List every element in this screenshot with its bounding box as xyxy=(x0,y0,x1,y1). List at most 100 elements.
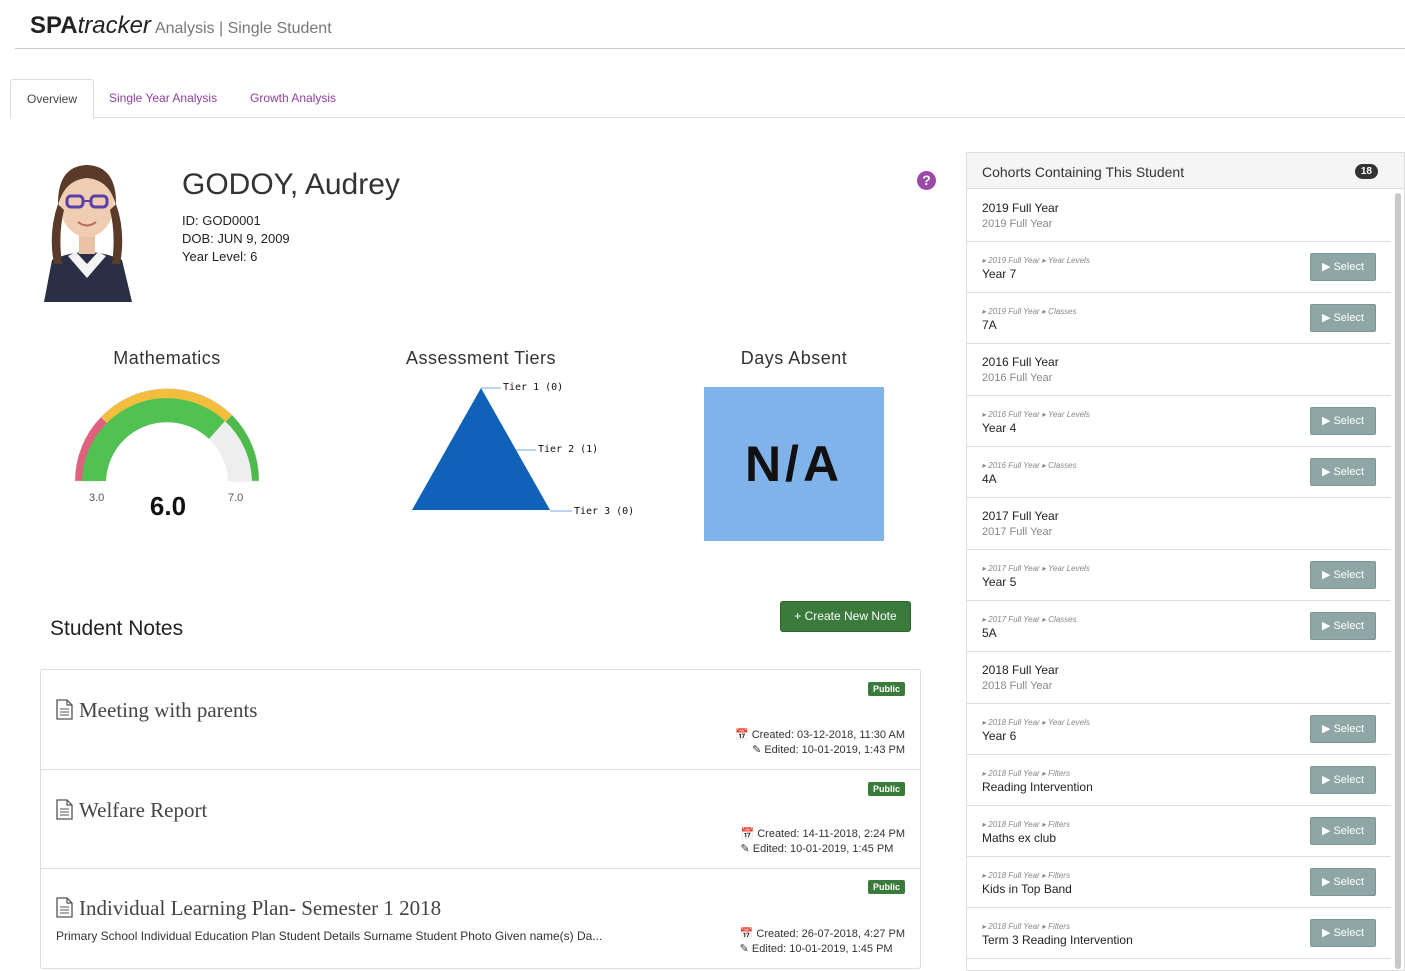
tab-single-year-analysis[interactable]: Single Year Analysis xyxy=(93,79,233,118)
breadcrumb-year: 2016 Full Year xyxy=(988,461,1040,470)
breadcrumb-year: 2017 Full Year xyxy=(988,615,1040,624)
brand-bold: SPA xyxy=(30,12,78,39)
cohort-row[interactable]: ▸ 2019 Full Year ▸ Year Levels Year 7 ▶ Se… xyxy=(967,242,1391,293)
cohorts-panel-title: Cohorts Containing This Student xyxy=(982,164,1185,180)
note-item[interactable]: Meeting with parents Public 📅 Created: 0… xyxy=(41,670,920,770)
cohort-breadcrumb: ▸ 2017 Full Year ▸ Year Levels xyxy=(982,564,1090,573)
student-id: ID: GOD0001 xyxy=(182,213,261,228)
breadcrumb-category: Classes xyxy=(1048,461,1077,470)
cohort-breadcrumb: ▸ 2018 Full Year ▸ Year Levels xyxy=(982,718,1090,727)
caret-right-icon: ▸ xyxy=(1039,615,1049,624)
cohort-row[interactable]: ▸ 2016 Full Year ▸ Classes 4A ▶ Select xyxy=(967,447,1391,498)
public-badge: Public xyxy=(867,782,905,796)
note-created: Created: 14-11-2018, 2:24 PM xyxy=(757,828,905,840)
tab-growth-analysis[interactable]: Growth Analysis xyxy=(234,79,352,118)
cohort-breadcrumb: ▸ 2018 Full Year ▸ Filters xyxy=(982,820,1070,829)
note-edited: Edited: 10-01-2019, 1:43 PM xyxy=(764,744,905,756)
cohort-breadcrumb: ▸ 2019 Full Year ▸ Classes xyxy=(982,307,1077,316)
student-dob: DOB: JUN 9, 2009 xyxy=(182,231,290,246)
public-badge: Public xyxy=(867,682,905,696)
select-cohort-button[interactable]: ▶ Select xyxy=(1310,817,1376,845)
days-absent-title: Days Absent xyxy=(740,348,848,368)
cohort-name: 7A xyxy=(982,318,997,332)
breadcrumb-year: 2016 Full Year xyxy=(988,410,1040,419)
note-title[interactable]: Individual Learning Plan- Semester 1 201… xyxy=(79,896,441,921)
cohort-row[interactable]: ▸ 2017 Full Year ▸ Year Levels Year 5 ▶ Se… xyxy=(967,550,1391,601)
cohort-row[interactable]: ▸ 2018 Full Year ▸ Filters Maths ex club ▶… xyxy=(967,806,1391,857)
tier-2-label: Tier 2 (1) xyxy=(538,444,599,455)
cohort-group-row: 2018 Full Year 2018 Full Year xyxy=(967,652,1391,704)
select-cohort-button[interactable]: ▶ Select xyxy=(1310,407,1376,435)
cohort-name: Year 5 xyxy=(982,575,1017,589)
cohort-name: Term 3 Reading Intervention xyxy=(982,933,1133,947)
caret-right-icon: ▸ xyxy=(1039,410,1049,419)
cohort-breadcrumb: ▸ 2018 Full Year ▸ Filters xyxy=(982,922,1070,931)
breadcrumb-category: Filters xyxy=(1048,820,1070,829)
days-absent-value: N/A xyxy=(704,387,884,541)
edit-icon: ✎ xyxy=(739,943,752,955)
breadcrumb-year: 2017 Full Year xyxy=(988,564,1040,573)
breadcrumb-year: 2019 Full Year xyxy=(988,307,1040,316)
cohort-group-name: 2019 Full Year xyxy=(982,201,1059,215)
student-notes-title: Student Notes xyxy=(50,617,184,640)
select-cohort-button[interactable]: ▶ Select xyxy=(1310,304,1376,332)
document-icon xyxy=(56,897,73,918)
cohort-group-sub: 2017 Full Year xyxy=(982,526,1053,538)
cohort-group-sub: 2018 Full Year xyxy=(982,680,1053,692)
note-item[interactable]: Welfare Report Public 📅 Created: 14-11-2… xyxy=(41,770,920,869)
select-cohort-button[interactable]: ▶ Select xyxy=(1310,458,1376,486)
gauge-value: 6.0 xyxy=(149,491,187,521)
student-name: GODOY, Audrey xyxy=(182,168,400,201)
cohort-row[interactable]: ▸ 2018 Full Year ▸ Year Levels Year 6 ▶ Se… xyxy=(967,704,1391,755)
tier-3-label: Tier 3 (0) xyxy=(574,506,635,517)
caret-right-icon: ▸ xyxy=(1039,718,1049,727)
cohort-row[interactable]: ▸ 2018 Full Year ▸ Filters Kids in Top Ba… xyxy=(967,857,1391,908)
caret-right-icon: ▸ xyxy=(1039,461,1049,470)
select-cohort-button[interactable]: ▶ Select xyxy=(1310,253,1376,281)
breadcrumb-category: Classes xyxy=(1048,307,1077,316)
select-cohort-button[interactable]: ▶ Select xyxy=(1310,561,1376,589)
cohort-name: Year 6 xyxy=(982,729,1017,743)
cohort-group-row: 2016 Full Year 2016 Full Year xyxy=(967,344,1391,396)
gauge-min-label: 3.0 xyxy=(89,492,105,504)
select-cohort-button[interactable]: ▶ Select xyxy=(1310,612,1376,640)
select-cohort-button[interactable]: ▶ Select xyxy=(1310,919,1376,947)
note-title[interactable]: Meeting with parents xyxy=(79,698,257,723)
caret-right-icon: ▸ xyxy=(1039,307,1049,316)
cohort-row[interactable]: ▸ 2018 Full Year ▸ Filters Reading Interv… xyxy=(967,755,1391,806)
cohort-breadcrumb: ▸ 2017 Full Year ▸ Classes xyxy=(982,615,1077,624)
cohorts-panel: Cohorts Containing This Student 18 2019 … xyxy=(966,152,1405,971)
cohort-breadcrumb: ▸ 2019 Full Year ▸ Year Levels xyxy=(982,256,1090,265)
cohort-row[interactable]: ▸ 2017 Full Year ▸ Classes 5A ▶ Select xyxy=(967,601,1391,652)
note-edited: Edited: 10-01-2019, 1:45 PM xyxy=(751,943,893,955)
breadcrumb-category: Filters xyxy=(1048,871,1070,880)
cohort-breadcrumb: ▸ 2016 Full Year ▸ Year Levels xyxy=(982,410,1090,419)
help-icon[interactable]: ? xyxy=(917,171,936,190)
scrollbar[interactable] xyxy=(1395,193,1401,969)
create-note-button[interactable]: + Create New Note xyxy=(780,601,911,632)
note-edited: Edited: 10-01-2019, 1:45 PM xyxy=(752,843,894,855)
tab-bar: Overview Single Year Analysis Growth Ana… xyxy=(10,79,1405,119)
breadcrumb-category: Year Levels xyxy=(1048,718,1090,727)
cohort-row[interactable]: ▸ 2019 Full Year ▸ Classes 7A ▶ Select xyxy=(967,293,1391,344)
select-cohort-button[interactable]: ▶ Select xyxy=(1310,868,1376,896)
note-item[interactable]: Individual Learning Plan- Semester 1 201… xyxy=(41,869,920,968)
app-header: SPAtracker Analysis | Single Student xyxy=(15,0,1405,49)
public-badge: Public xyxy=(867,880,905,894)
note-created: Created: 03-12-2018, 11:30 AM xyxy=(751,729,905,741)
note-title[interactable]: Welfare Report xyxy=(79,798,207,823)
caret-right-icon: ▸ xyxy=(1039,820,1049,829)
cohort-group-name: 2017 Full Year xyxy=(982,509,1059,523)
tab-overview[interactable]: Overview xyxy=(10,79,95,119)
select-cohort-button[interactable]: ▶ Select xyxy=(1310,715,1376,743)
breadcrumb-year: 2019 Full Year xyxy=(988,256,1040,265)
select-cohort-button[interactable]: ▶ Select xyxy=(1310,766,1376,794)
cohort-row[interactable]: ▸ 2018 Full Year ▸ Filters Term 3 Reading… xyxy=(967,908,1391,959)
brand-logo[interactable]: SPAtracker Analysis | Single Student xyxy=(30,12,332,40)
cohort-row[interactable]: ▸ 2016 Full Year ▸ Year Levels Year 4 ▶ Se… xyxy=(967,396,1391,447)
note-created: Created: 26-07-2018, 4:27 PM xyxy=(756,928,905,940)
cohort-name: Kids in Top Band xyxy=(982,882,1072,896)
cohort-group-row: 2017 Full Year 2017 Full Year xyxy=(967,498,1391,550)
calendar-icon: 📅 xyxy=(739,928,757,940)
cohort-group-name: 2018 Full Year xyxy=(982,663,1059,677)
